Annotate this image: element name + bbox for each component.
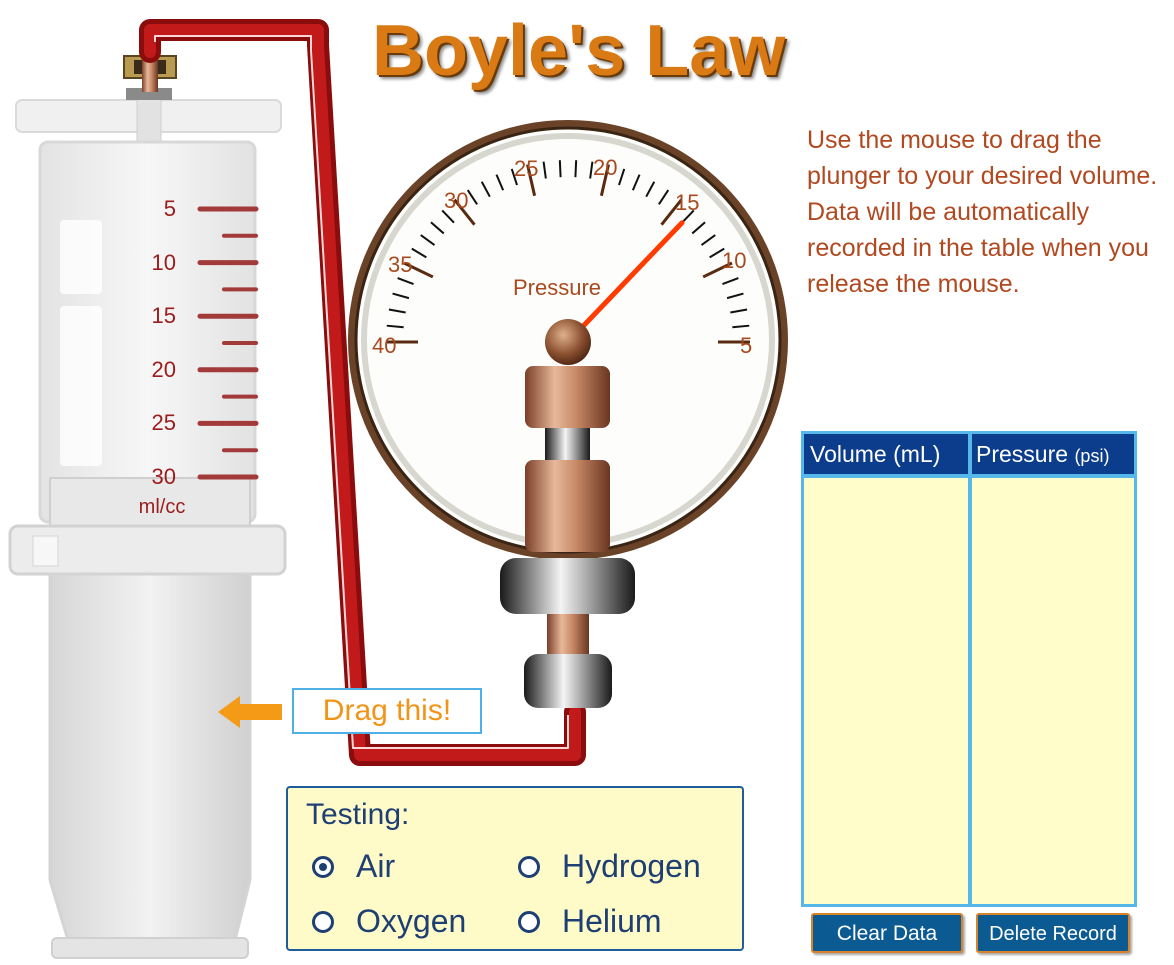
syringe-label-15: 15 bbox=[151, 303, 176, 328]
data-table: Volume (mL) Pressure (psi) bbox=[801, 431, 1137, 907]
testing-label: Testing: bbox=[306, 798, 410, 831]
pressure-header-unit: (psi) bbox=[1074, 446, 1110, 466]
delete-record-button[interactable]: Delete Record bbox=[976, 913, 1130, 953]
pressure-column bbox=[972, 478, 1134, 904]
gas-label-hydrogen: Hydrogen bbox=[562, 848, 701, 884]
column-header-pressure: Pressure (psi) bbox=[972, 434, 1134, 474]
gas-option-helium[interactable]: Helium bbox=[518, 903, 662, 940]
instructions-text: Use the mouse to drag the plunger to you… bbox=[807, 126, 1158, 298]
gauge-fitting bbox=[500, 558, 635, 614]
gauge-pivot bbox=[545, 319, 591, 365]
gauge-label-40: 40 bbox=[372, 333, 397, 358]
gauge-minor-tick bbox=[558, 160, 562, 178]
clear-data-button[interactable]: Clear Data bbox=[811, 913, 963, 953]
gauge-label-10: 10 bbox=[722, 248, 747, 273]
gauge-label-5: 5 bbox=[740, 333, 753, 358]
radio-helium[interactable] bbox=[518, 910, 540, 933]
syringe-label-25: 25 bbox=[151, 410, 176, 435]
volume-column bbox=[804, 478, 968, 904]
gauge-minor-tick bbox=[574, 160, 578, 178]
drag-hint-callout: Drag this! bbox=[292, 688, 482, 734]
syringe-label-5: 5 bbox=[163, 196, 176, 221]
syringe-label-10: 10 bbox=[151, 250, 176, 275]
radio-oxygen[interactable] bbox=[312, 910, 334, 933]
plunger-drag-handle[interactable] bbox=[50, 478, 250, 948]
gauge-label-35: 35 bbox=[388, 252, 413, 277]
gas-option-oxygen[interactable]: Oxygen bbox=[312, 903, 466, 940]
gauge-label-30: 30 bbox=[444, 188, 469, 213]
pressure-header-label: Pressure bbox=[976, 441, 1075, 467]
radio-hydrogen[interactable] bbox=[518, 855, 540, 878]
page-title: Boyle's Law bbox=[372, 11, 786, 91]
gas-label-helium: Helium bbox=[562, 903, 662, 939]
column-header-volume: Volume (mL) bbox=[804, 434, 968, 474]
radio-air[interactable] bbox=[312, 855, 334, 878]
gauge-title: Pressure bbox=[513, 275, 602, 300]
gas-option-air[interactable]: Air bbox=[312, 848, 395, 885]
gauge-label-15: 15 bbox=[675, 190, 700, 215]
gas-selection-panel: Testing: Air Hydrogen Oxygen Helium bbox=[286, 786, 744, 951]
gauge-label-25: 25 bbox=[514, 156, 539, 181]
syringe-label-20: 20 bbox=[151, 357, 176, 382]
gauge-label-20: 20 bbox=[593, 155, 618, 180]
gas-label-oxygen: Oxygen bbox=[356, 903, 467, 939]
gas-option-hydrogen[interactable]: Hydrogen bbox=[518, 848, 701, 885]
gas-label-air: Air bbox=[356, 848, 396, 884]
